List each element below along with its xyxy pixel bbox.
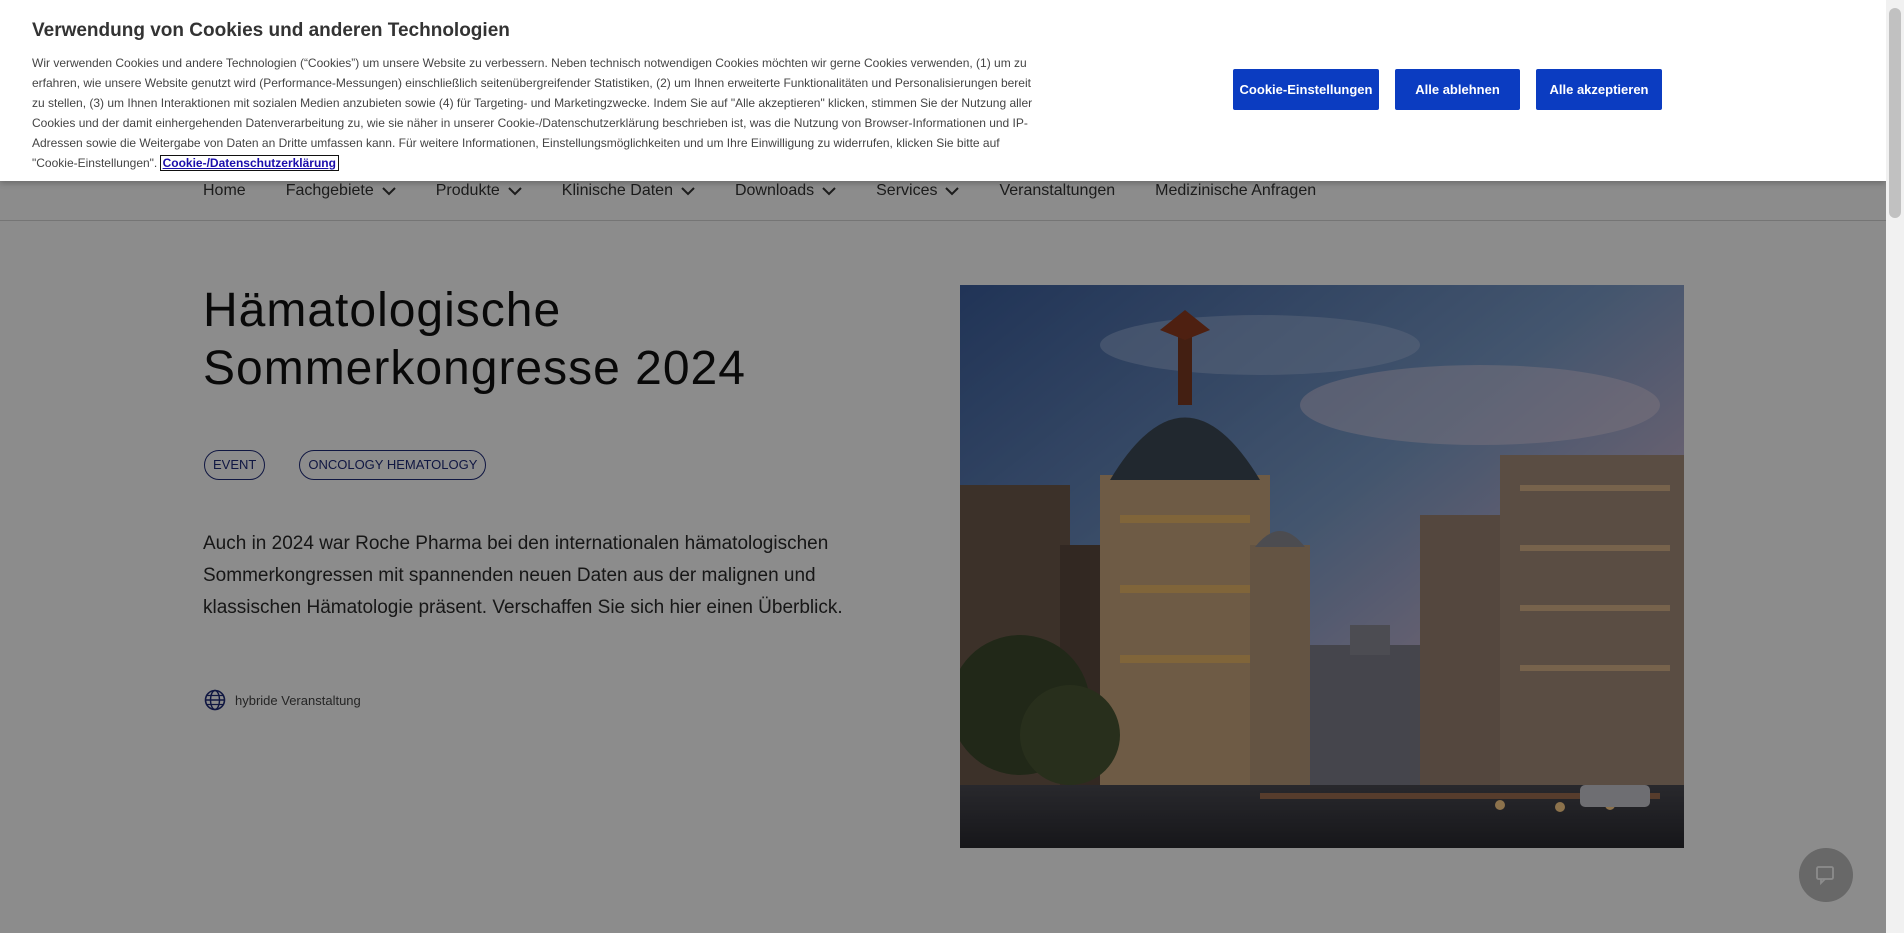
cookie-banner-body: Wir verwenden Cookies und andere Technol… xyxy=(32,56,1033,170)
cookie-banner-title: Verwendung von Cookies und anderen Techn… xyxy=(32,20,510,41)
reject-all-button[interactable]: Alle ablehnen xyxy=(1395,69,1520,110)
cookie-settings-button[interactable]: Cookie-Einstellungen xyxy=(1233,69,1379,110)
accept-all-button[interactable]: Alle akzeptieren xyxy=(1536,69,1662,110)
vertical-scrollbar[interactable] xyxy=(1886,0,1904,933)
privacy-policy-link[interactable]: Cookie-/Datenschutzerklärung xyxy=(159,155,339,171)
scrollbar-thumb[interactable] xyxy=(1889,8,1901,218)
cookie-banner-text: Wir verwenden Cookies und andere Technol… xyxy=(32,53,1042,173)
cookie-banner: Verwendung von Cookies und anderen Techn… xyxy=(0,0,1886,181)
